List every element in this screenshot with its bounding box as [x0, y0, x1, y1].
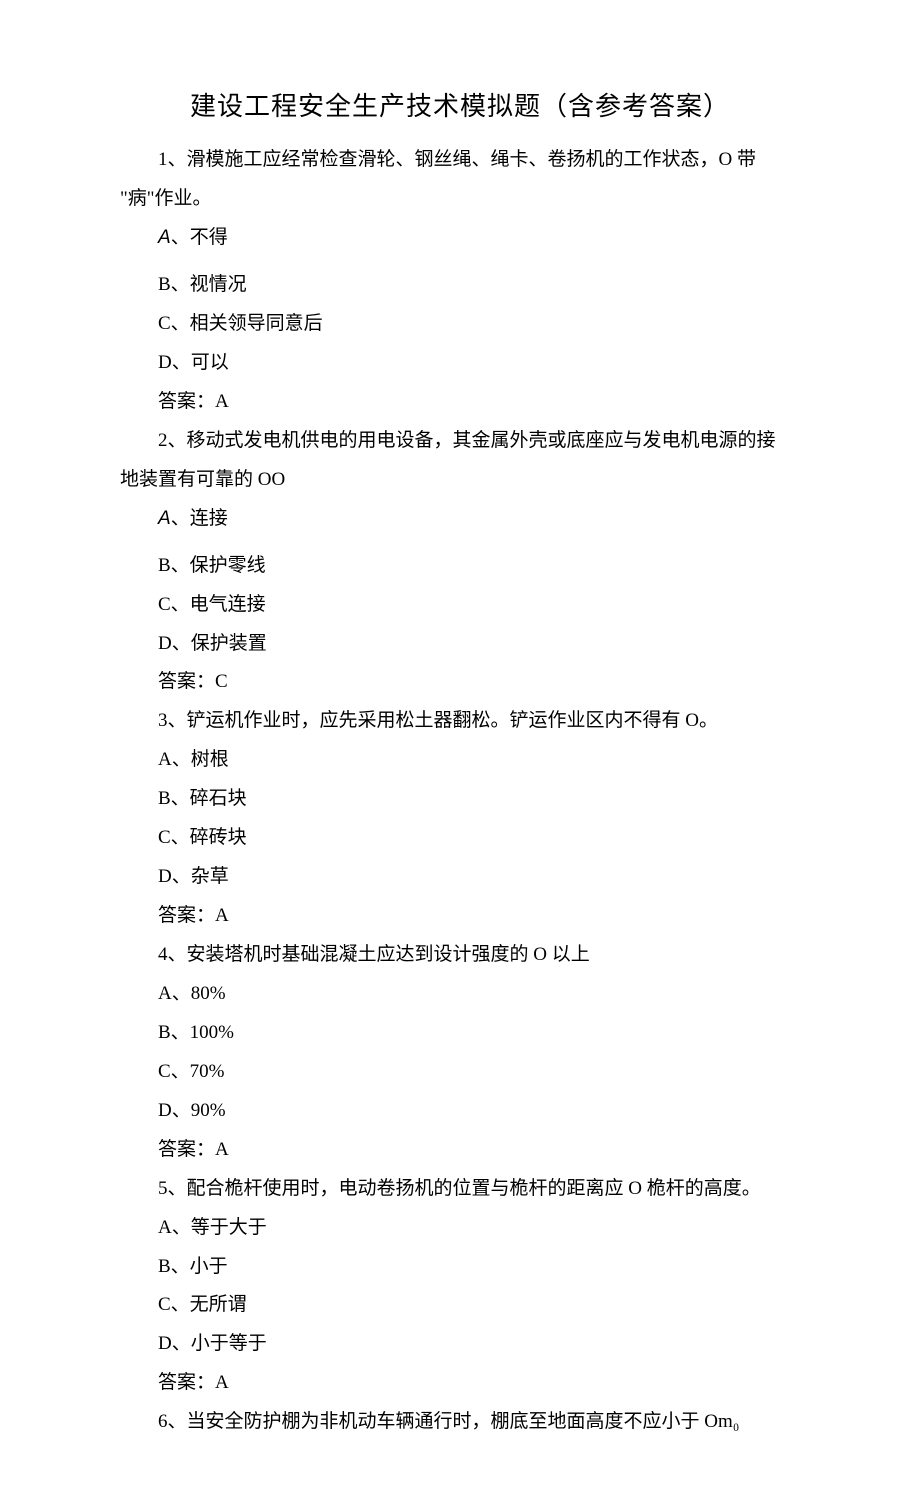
question-text: 移动式发电机供电的用电设备，其金属外壳或底座应与发电机电源的接	[187, 430, 776, 451]
option-d: D、小于等于	[120, 1325, 800, 1364]
question-number: 6、	[158, 1411, 187, 1432]
question-number: 2、	[158, 430, 187, 451]
option-b: B、视情况	[120, 266, 800, 305]
question-number: 5、	[158, 1178, 187, 1199]
option-a-label: A	[158, 227, 171, 248]
option-a: A、不得	[120, 219, 800, 258]
option-a: A、等于大于	[120, 1209, 800, 1248]
option-a-text: 、不得	[171, 227, 228, 248]
question-text: 当安全防护棚为非机动车辆通行时，棚底至地面高度不应小于 Om₀	[187, 1411, 740, 1432]
question-stem: 4、安装塔机时基础混凝土应达到设计强度的 O 以上	[120, 936, 800, 975]
answer: 答案：A	[120, 1364, 800, 1403]
question-text: 滑模施工应经常检查滑轮、钢丝绳、绳卡、卷扬机的工作状态，O 带	[187, 149, 756, 170]
option-c: C、电气连接	[120, 586, 800, 625]
answer: 答案：A	[120, 1131, 800, 1170]
answer: 答案：A	[120, 897, 800, 936]
option-d: D、杂草	[120, 858, 800, 897]
option-c: C、碎砖块	[120, 819, 800, 858]
option-d: D、90%	[120, 1092, 800, 1131]
option-c: C、70%	[120, 1053, 800, 1092]
option-a: A、连接	[120, 500, 800, 539]
page-title: 建设工程安全生产技术模拟题（含参考答案）	[120, 80, 800, 133]
question-stem: 3、铲运机作业时，应先采用松土器翻松。铲运作业区内不得有 O。	[120, 702, 800, 741]
option-a: A、80%	[120, 975, 800, 1014]
option-a-label: A	[158, 508, 171, 529]
option-b: B、100%	[120, 1014, 800, 1053]
question-stem: 6、当安全防护棚为非机动车辆通行时，棚底至地面高度不应小于 Om₀	[120, 1403, 800, 1442]
question-number: 1、	[158, 149, 187, 170]
option-c: C、相关领导同意后	[120, 305, 800, 344]
question-text: 配合桅杆使用时，电动卷扬机的位置与桅杆的距离应 O 桅杆的高度。	[187, 1178, 761, 1199]
question-number: 4、	[158, 944, 187, 965]
question-number: 3、	[158, 710, 187, 731]
option-a-text: 、连接	[171, 508, 228, 529]
question-stem: 1、滑模施工应经常检查滑轮、钢丝绳、绳卡、卷扬机的工作状态，O 带	[120, 141, 800, 180]
option-d: D、保护装置	[120, 625, 800, 664]
option-b: B、碎石块	[120, 780, 800, 819]
question-stem: 2、移动式发电机供电的用电设备，其金属外壳或底座应与发电机电源的接	[120, 422, 800, 461]
question-stem-cont: 地装置有可靠的 OO	[120, 461, 800, 500]
option-c: C、无所谓	[120, 1286, 800, 1325]
option-b: B、保护零线	[120, 547, 800, 586]
question-stem-cont: "病"作业。	[120, 180, 800, 219]
option-b: B、小于	[120, 1248, 800, 1287]
option-d: D、可以	[120, 344, 800, 383]
option-a: A、树根	[120, 741, 800, 780]
question-text: 铲运机作业时，应先采用松土器翻松。铲运作业区内不得有 O。	[187, 710, 718, 731]
question-text: 安装塔机时基础混凝土应达到设计强度的 O 以上	[187, 944, 590, 965]
answer: 答案：C	[120, 663, 800, 702]
answer: 答案：A	[120, 383, 800, 422]
question-stem: 5、配合桅杆使用时，电动卷扬机的位置与桅杆的距离应 O 桅杆的高度。	[120, 1170, 800, 1209]
